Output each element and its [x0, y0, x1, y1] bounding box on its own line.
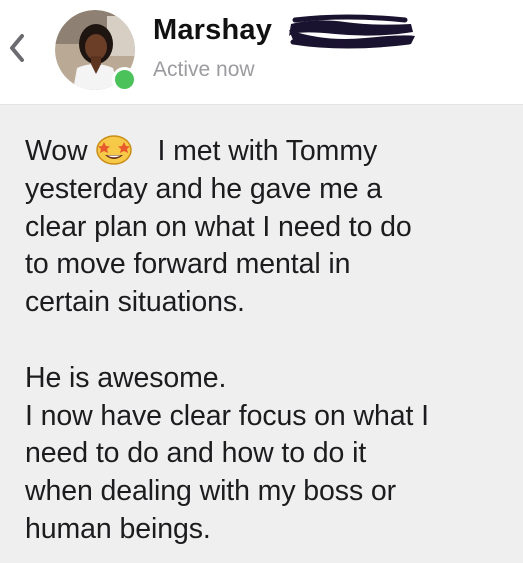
- active-status-dot: [112, 67, 137, 92]
- message-line: when dealing with my boss or: [25, 475, 397, 508]
- message-line: human beings.: [25, 512, 211, 545]
- active-status-text: Active now: [153, 58, 255, 81]
- back-button[interactable]: [2, 26, 32, 70]
- message-bubble[interactable]: Wow I met with Tommy yesterday and he ga…: [0, 105, 523, 563]
- contact-avatar[interactable]: [55, 10, 137, 92]
- message-text: Wow I met with Tommy yesterday and he ga…: [25, 133, 515, 549]
- message-line: He is awesome.: [25, 361, 227, 394]
- chevron-left-icon: [10, 34, 24, 62]
- star-struck-emoji-icon: [94, 133, 134, 165]
- message-line: clear plan on what I need to do: [25, 210, 412, 243]
- message-line: need to do and how to do it: [25, 437, 367, 470]
- message-line: Wow I met with Tommy: [25, 133, 378, 167]
- chat-screen: Marshay Active now Wow I met with Tommy …: [0, 0, 523, 563]
- contact-name[interactable]: Marshay: [153, 14, 272, 47]
- paragraph-break: [25, 322, 515, 360]
- message-line: certain situations.: [25, 286, 245, 319]
- redaction-scribble: [289, 14, 415, 49]
- conversation-header: Marshay Active now: [0, 0, 523, 105]
- message-line: to move forward mental in: [25, 248, 351, 281]
- message-line: yesterday and he gave me a: [25, 172, 383, 205]
- message-line: I now have clear focus on what I: [25, 399, 429, 432]
